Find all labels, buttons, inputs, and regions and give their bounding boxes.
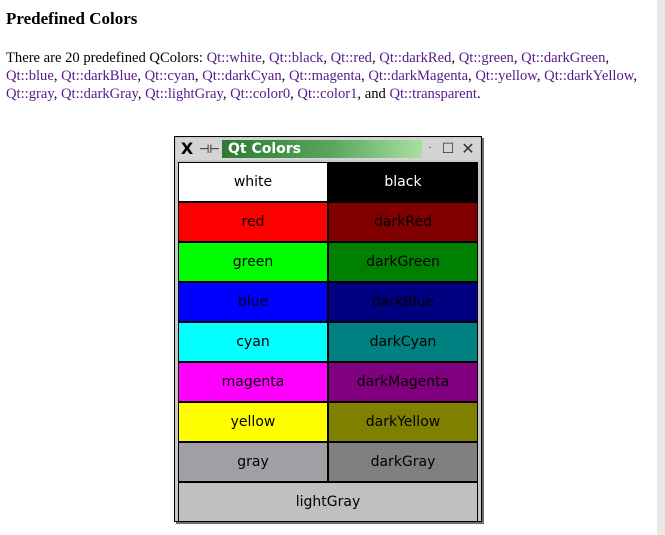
swatch-darkMagenta: darkMagenta [328,362,478,402]
swatch-darkGreen: darkGreen [328,242,478,282]
color-link[interactable]: Qt::lightGray [145,86,223,102]
color-link[interactable]: Qt::green [459,50,514,66]
swatch-black: black [328,162,478,202]
swatch-blue: blue [178,282,328,322]
window-title: Qt Colors [222,140,422,158]
swatch-red: red [178,202,328,242]
swatch-darkCyan: darkCyan [328,322,478,362]
swatch-lightGray: lightGray [178,482,478,522]
x-logo-icon[interactable]: 𝗫 [178,139,196,159]
color-link[interactable]: Qt::red [331,50,372,66]
link-separator: , [53,86,61,102]
color-link[interactable]: Qt::darkBlue [61,68,137,84]
intro-paragraph: There are 20 predefined QColors: Qt::whi… [6,49,646,103]
swatch-yellow: yellow [178,402,328,442]
color-link[interactable]: Qt::darkMagenta [368,68,468,84]
swatch-cyan: cyan [178,322,328,362]
maximize-icon[interactable]: ☐ [439,140,457,158]
color-link[interactable]: Qt::blue [6,68,54,84]
close-icon[interactable]: ✕ [459,140,477,158]
color-link[interactable]: Qt::black [269,50,323,66]
color-link[interactable]: Qt::color1 [297,86,357,102]
page-scroll-edge [657,0,665,535]
swatch-white: white [178,162,328,202]
color-swatch-grid: white black red darkRed green darkGreen blue da… [178,162,478,522]
link-separator: , [137,68,145,84]
color-link[interactable]: Qt::magenta [289,68,361,84]
color-link[interactable]: Qt::darkGray [61,86,138,102]
page-heading: Predefined Colors [6,9,138,28]
color-link[interactable]: Qt::gray [6,86,54,102]
window-titlebar[interactable]: 𝗫 ⊣⊢ Qt Colors · ☐ ✕ [176,138,480,160]
link-separator: . [477,86,481,102]
color-link[interactable]: Qt::cyan [145,68,195,84]
swatch-darkBlue: darkBlue [328,282,478,322]
link-separator: , [323,50,331,66]
link-separator: , [605,50,610,66]
swatch-magenta: magenta [178,362,328,402]
swatch-darkYellow: darkYellow [328,402,478,442]
qt-colors-window: 𝗫 ⊣⊢ Qt Colors · ☐ ✕ white black red darkRe… [174,136,482,522]
swatch-darkGray: darkGray [328,442,478,482]
intro-text: There are 20 predefined QColors: [6,50,207,66]
link-separator: , [261,50,270,66]
link-separator: , [633,68,638,84]
color-link[interactable]: Qt::darkYellow [544,68,633,84]
link-separator: , and [357,86,390,102]
swatch-green: green [178,242,328,282]
minimize-icon[interactable]: · [421,140,439,158]
color-link[interactable]: Qt::transparent [389,86,477,102]
color-link[interactable]: Qt::darkRed [379,50,451,66]
color-link[interactable]: Qt::darkCyan [202,68,281,84]
color-link[interactable]: Qt::darkGreen [521,50,605,66]
swatch-gray: gray [178,442,328,482]
swatch-darkRed: darkRed [328,202,478,242]
color-link[interactable]: Qt::white [207,50,262,66]
link-separator: , [451,50,459,66]
color-link[interactable]: Qt::yellow [475,68,536,84]
color-link[interactable]: Qt::color0 [230,86,290,102]
pin-icon[interactable]: ⊣⊢ [199,139,220,159]
link-separator: , [281,68,289,84]
